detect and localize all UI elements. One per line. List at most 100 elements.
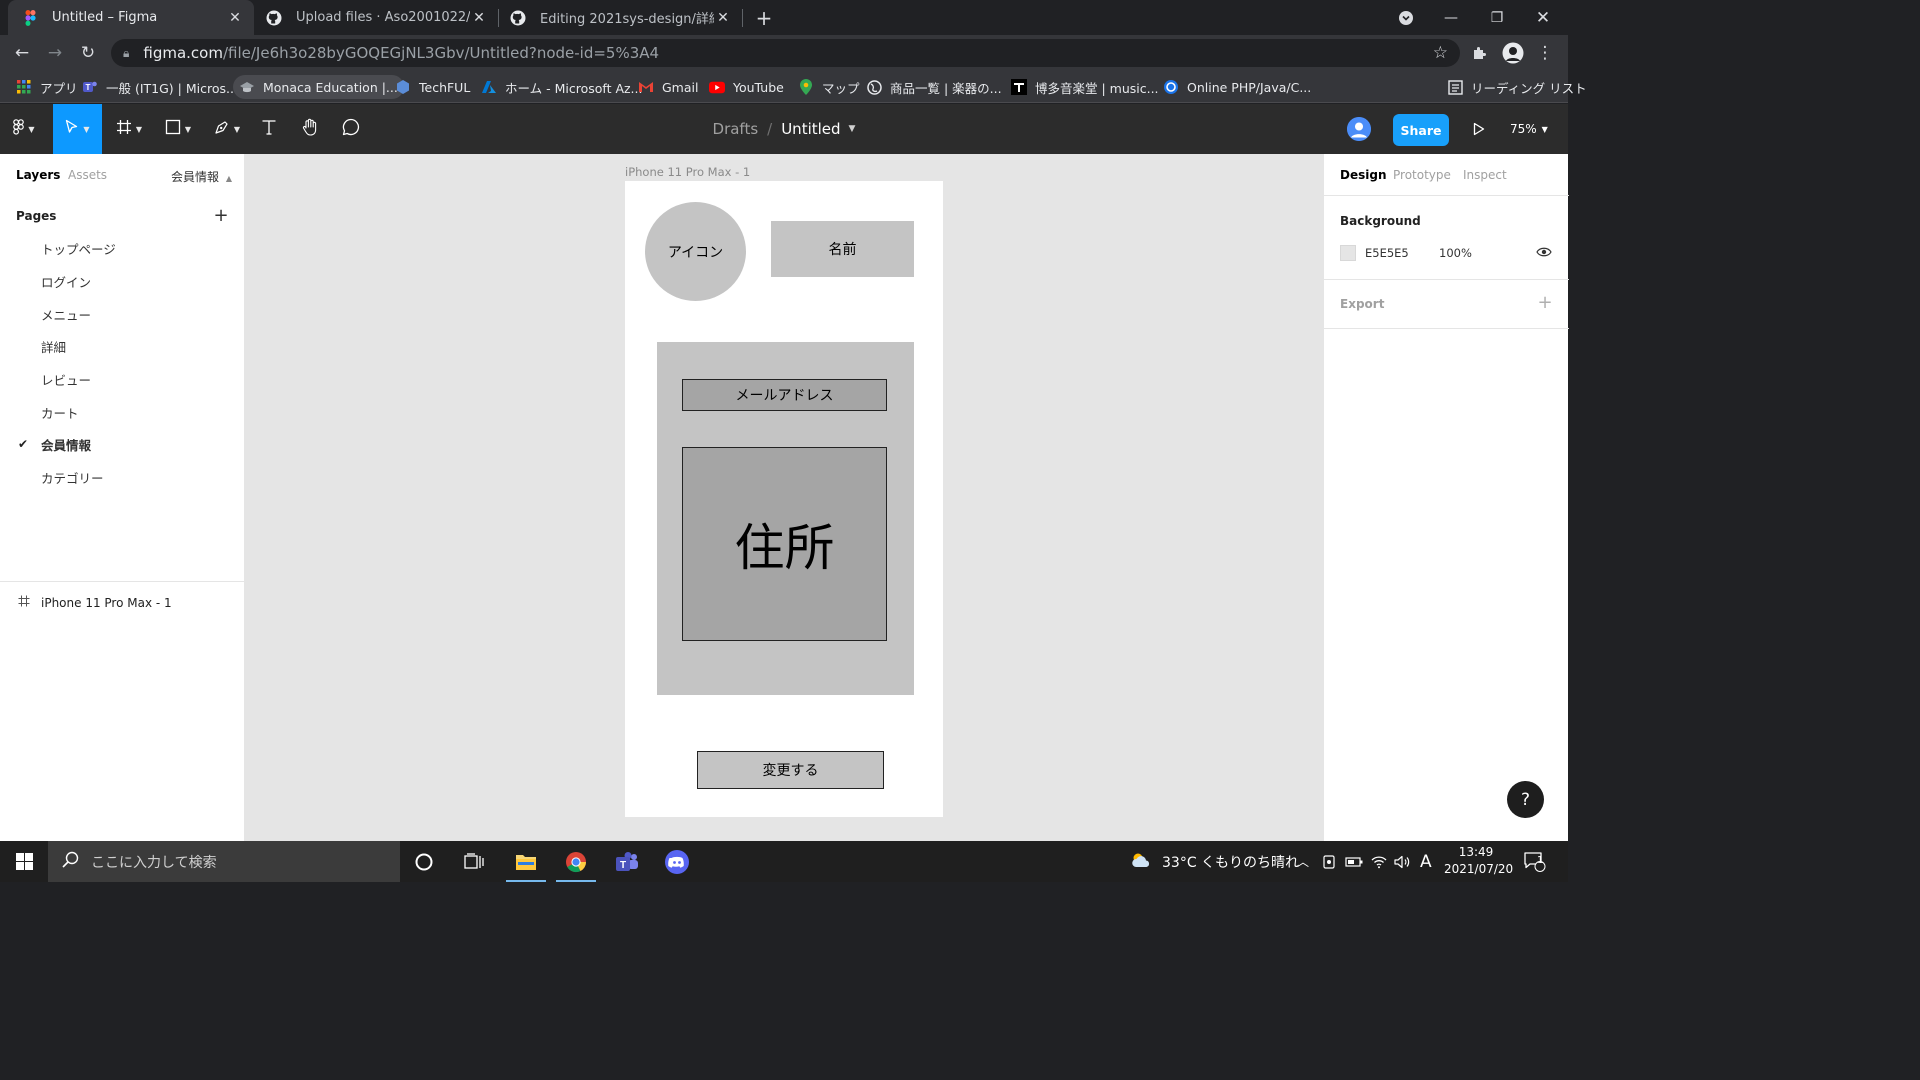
page-item-cart[interactable]: カート [0, 396, 244, 428]
wifi-icon[interactable] [1371, 841, 1387, 882]
close-tab-icon[interactable]: ✕ [470, 9, 488, 27]
taskbar-search-box[interactable]: ここに入力して検索 [48, 841, 400, 882]
bookmark-apps[interactable]: アプリ [10, 75, 84, 99]
tab-layers[interactable]: Layers [16, 168, 60, 182]
profile-icon-placeholder[interactable]: アイコン [645, 202, 746, 301]
profile-avatar-icon[interactable] [1501, 41, 1525, 65]
member-info-panel[interactable]: メールアドレス 住所 [657, 342, 914, 695]
close-tab-icon[interactable]: ✕ [226, 9, 244, 27]
tab-figma[interactable]: Untitled – Figma ✕ [8, 0, 254, 35]
page-item-category[interactable]: カテゴリー [0, 461, 244, 493]
page-item-top[interactable]: トップページ [0, 232, 244, 264]
change-button-placeholder[interactable]: 変更する [697, 751, 884, 789]
bookmark-gmail[interactable]: Gmail [632, 75, 704, 99]
email-placeholder[interactable]: メールアドレス [682, 379, 887, 411]
ime-indicator[interactable]: A [1420, 841, 1432, 882]
page-switcher[interactable]: 会員情報 ▲ [171, 168, 232, 185]
restore-window-icon[interactable]: ❐ [1474, 0, 1520, 35]
bookmark-maps[interactable]: マップ [792, 75, 866, 99]
add-export-icon[interactable]: + [1536, 292, 1554, 313]
extensions-puzzle-icon[interactable] [1468, 41, 1492, 65]
right-sidebar: Design Prototype Inspect Background E5E5… [1323, 154, 1569, 841]
add-page-icon[interactable]: + [212, 205, 230, 226]
page-item-review[interactable]: レビュー [0, 363, 244, 395]
main-menu-button[interactable]: ▼ [0, 104, 48, 154]
tab-title: Editing 2021sys-design/詳細.md at main [540, 12, 714, 27]
bookmark-azure[interactable]: ホーム - Microsoft Az... [475, 75, 648, 99]
file-name[interactable]: Untitled [781, 120, 840, 138]
url-path: /file/Je6h3o28byGOQEGjNL3Gbv/Untitled?no… [222, 44, 660, 62]
volume-icon[interactable] [1394, 841, 1410, 882]
notification-center-icon[interactable]: 1 [1524, 841, 1546, 882]
teams-icon[interactable]: T [603, 841, 651, 882]
chevron-down-icon[interactable]: ▼ [849, 124, 856, 134]
frame-label[interactable]: iPhone 11 Pro Max - 1 [625, 165, 750, 179]
user-avatar[interactable] [1347, 117, 1371, 141]
battery-icon[interactable] [1345, 841, 1363, 882]
tab-design[interactable]: Design [1340, 168, 1387, 182]
background-hex-input[interactable]: E5E5E5 [1365, 246, 1409, 260]
close-window-icon[interactable]: ✕ [1520, 0, 1566, 35]
iphone-frame[interactable]: アイコン 名前 メールアドレス 住所 変更する [625, 181, 943, 817]
layer-row-frame[interactable]: iPhone 11 Pro Max - 1 [0, 589, 244, 617]
drafts-link[interactable]: Drafts [713, 120, 759, 138]
chrome-icon[interactable] [552, 841, 600, 882]
file-explorer-icon[interactable] [502, 841, 550, 882]
comment-tool-button[interactable] [335, 104, 367, 154]
pen-tool-button[interactable]: ▼ [206, 104, 248, 154]
zoom-dropdown[interactable]: 75% ▼ [1510, 117, 1548, 141]
bookmark-techful[interactable]: TechFUL [389, 75, 476, 99]
present-play-icon[interactable] [1466, 117, 1492, 141]
share-button[interactable]: Share [1393, 114, 1449, 146]
text-tool-button[interactable] [254, 104, 284, 154]
address-bar[interactable]: 🔒︎ figma.com/file/Je6h3o28byGOQEGjNL3Gbv… [111, 39, 1460, 67]
bookmark-music[interactable]: 博多音楽堂 | music... [1005, 75, 1165, 99]
page-item-member-info[interactable]: ✔ 会員情報 [0, 428, 244, 460]
reload-icon[interactable]: ↻ [76, 41, 100, 65]
reading-list-button[interactable]: リーディング リスト [1441, 75, 1593, 99]
bookmark-youtube[interactable]: YouTube [703, 75, 790, 99]
tab-github-editing[interactable]: Editing 2021sys-design/詳細.md at main ✕ [496, 0, 742, 35]
design-canvas[interactable]: iPhone 11 Pro Max - 1 アイコン 名前 メールアドレス 住所… [245, 154, 1323, 841]
background-opacity-input[interactable]: 100% [1439, 246, 1472, 260]
bookmark-teams[interactable]: T 一般 (IT1G) | Micros... [76, 75, 244, 99]
cortana-circle-icon[interactable] [400, 841, 448, 882]
bookmark-star-icon[interactable]: ☆ [1433, 43, 1448, 63]
azure-icon [481, 79, 497, 95]
shape-tool-button[interactable]: ▼ [157, 104, 199, 154]
tab-search-icon[interactable] [1383, 0, 1429, 35]
tab-inspect[interactable]: Inspect [1463, 168, 1507, 182]
close-tab-icon[interactable]: ✕ [714, 9, 732, 27]
chevron-down-icon: ▼ [1541, 124, 1548, 134]
bookmark-monaca[interactable]: Monaca Education |... [233, 75, 404, 99]
weather-widget[interactable]: 33°C くもりのち晴れ [1130, 841, 1299, 882]
move-tool-button[interactable]: ▼ [53, 104, 102, 154]
address-placeholder[interactable]: 住所 [682, 447, 887, 641]
discord-icon[interactable] [653, 841, 701, 882]
eye-visibility-icon[interactable] [1536, 246, 1552, 260]
notification-count: 1 [1537, 855, 1544, 866]
back-arrow-icon[interactable]: ← [10, 41, 34, 65]
page-item-menu[interactable]: メニュー [0, 298, 244, 330]
page-item-detail[interactable]: 詳細 [0, 330, 244, 362]
task-view-icon[interactable] [450, 841, 498, 882]
forward-arrow-icon[interactable]: → [43, 41, 67, 65]
background-color-swatch[interactable] [1340, 245, 1356, 261]
windows-start-icon[interactable] [0, 841, 48, 882]
system-clock[interactable]: 13:49 2021/07/20 [1444, 844, 1513, 878]
new-tab-button[interactable]: + [752, 6, 776, 30]
tab-assets[interactable]: Assets [68, 168, 107, 182]
page-item-login[interactable]: ログイン [0, 265, 244, 297]
help-button[interactable]: ? [1507, 781, 1544, 818]
tab-prototype[interactable]: Prototype [1393, 168, 1451, 182]
minimize-window-icon[interactable]: — [1428, 0, 1474, 35]
tray-device-icon[interactable] [1322, 841, 1336, 882]
bookmark-online-compiler[interactable]: Online PHP/Java/C... [1157, 75, 1317, 99]
show-hidden-icons-chevron-icon[interactable]: ︿ [1297, 841, 1309, 882]
browser-menu-icon[interactable]: ⋮ [1533, 41, 1557, 65]
hand-tool-button[interactable] [294, 104, 326, 154]
tab-github-upload[interactable]: Upload files · Aso2001022/2021sys-design… [252, 0, 498, 35]
name-placeholder[interactable]: 名前 [771, 221, 914, 277]
frame-tool-button[interactable]: ▼ [108, 104, 150, 154]
bookmark-shop[interactable]: 商品一覧 | 楽器の... [860, 75, 1008, 99]
